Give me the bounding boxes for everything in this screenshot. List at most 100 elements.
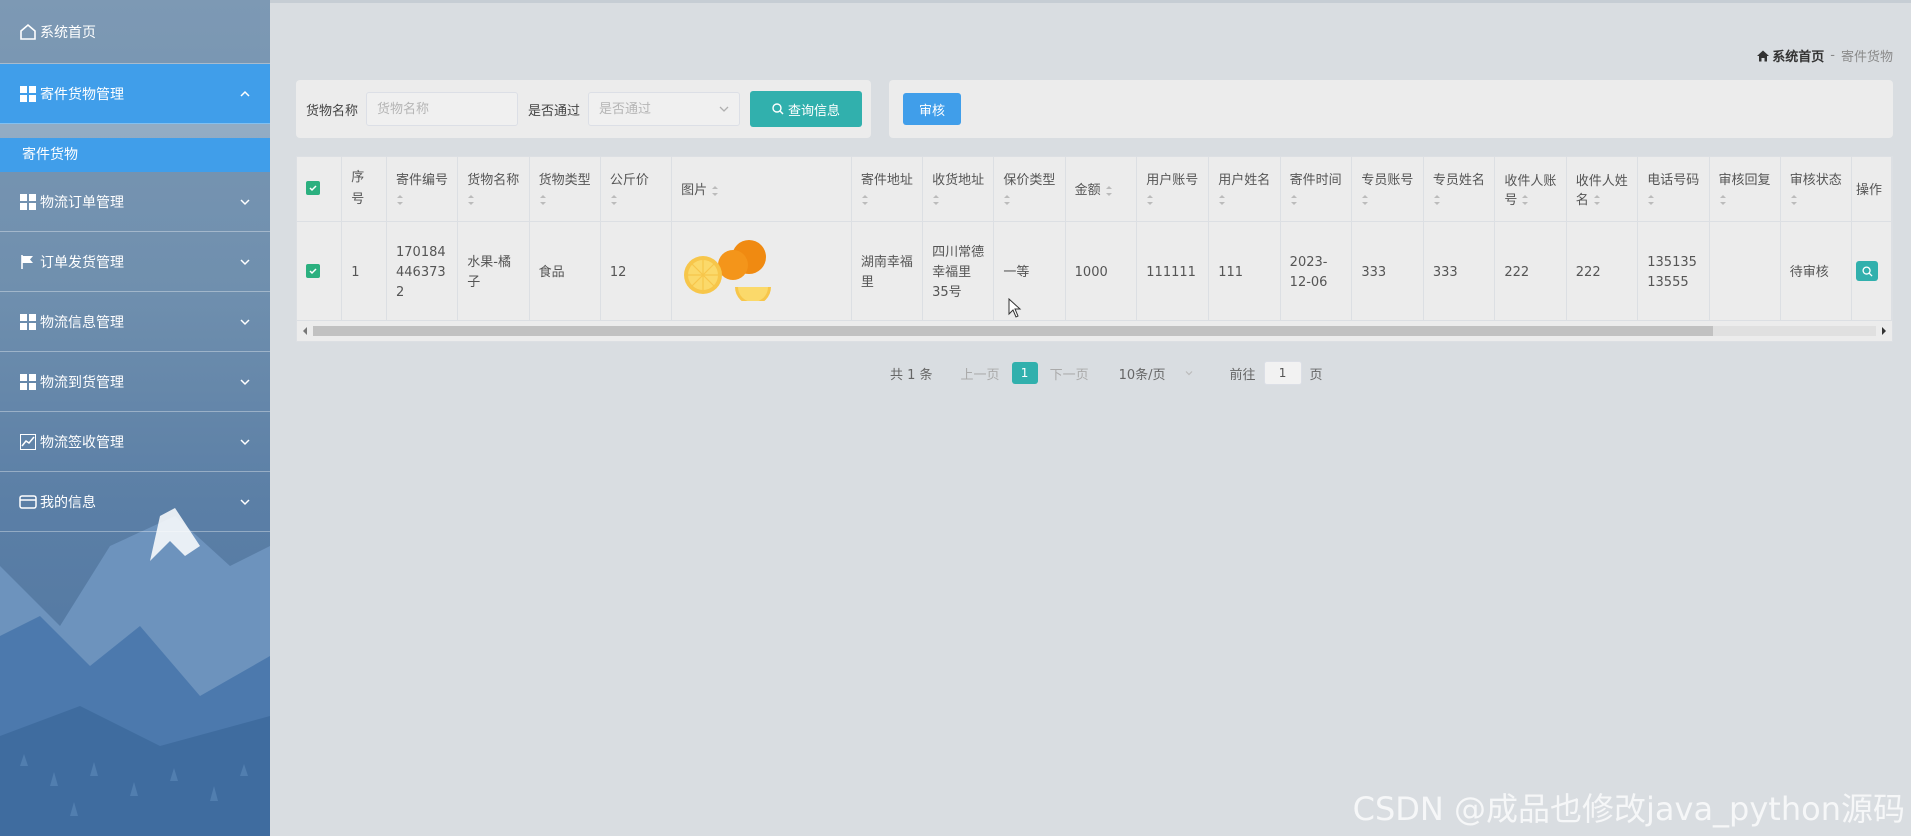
- cell-ship-time: 2023-12-06: [1280, 221, 1353, 325]
- pass-status-select[interactable]: [588, 92, 741, 126]
- sort-icon[interactable]: [1146, 194, 1154, 206]
- sort-icon[interactable]: [1593, 194, 1601, 206]
- home-icon: [1757, 50, 1770, 61]
- column-header[interactable]: 货物类型: [529, 157, 601, 222]
- column-header[interactable]: 货物名称: [457, 157, 530, 222]
- sort-icon[interactable]: [1003, 194, 1011, 206]
- search-icon: [1861, 266, 1873, 277]
- column-header[interactable]: 用户账号: [1136, 157, 1210, 222]
- sidebar-item-order-delivery[interactable]: 订单发货管理: [0, 232, 270, 292]
- column-header[interactable]: 收货地址: [922, 157, 995, 222]
- pagination: 共 1 条 上一页 1 下一页 10条/页 前往 页: [890, 360, 1323, 386]
- column-header[interactable]: 保价类型: [993, 157, 1066, 222]
- sort-icon[interactable]: [396, 194, 404, 206]
- column-header[interactable]: 电话号码: [1637, 157, 1710, 222]
- submenu-item-shipment-goods[interactable]: 寄件货物: [0, 138, 270, 172]
- column-header[interactable]: 审核回复: [1709, 157, 1781, 222]
- sort-icon[interactable]: [711, 185, 719, 197]
- pagination-total: 共 1 条: [890, 367, 933, 383]
- column-header[interactable]: 寄件地址: [851, 157, 924, 222]
- cell-goods-type: 食品: [529, 221, 601, 325]
- view-details-button[interactable]: [1856, 261, 1878, 282]
- sidebar-item-label: 物流信息管理: [40, 314, 124, 331]
- column-header[interactable]: 收件人姓名: [1566, 157, 1639, 222]
- row-checkbox[interactable]: [306, 263, 320, 278]
- column-header[interactable]: 寄件编号: [386, 157, 459, 222]
- cell-actions: [1851, 221, 1892, 325]
- sidebar-item-label: 寄件货物管理: [40, 86, 124, 103]
- sidebar-item-label: 订单发货管理: [40, 254, 124, 271]
- sort-icon[interactable]: [1105, 185, 1113, 197]
- sort-icon[interactable]: [1521, 194, 1529, 206]
- chevron-down-icon: [1185, 371, 1192, 376]
- sidebar-item-logistics-arrival[interactable]: 物流到货管理: [0, 352, 270, 412]
- column-header[interactable]: 图片: [671, 157, 852, 222]
- prev-page-button[interactable]: 上一页: [961, 364, 1000, 383]
- sort-icon[interactable]: [1218, 194, 1226, 206]
- column-header[interactable]: 专员账号: [1351, 157, 1424, 222]
- breadcrumb-current: 寄件货物: [1840, 50, 1893, 65]
- scroll-left-icon[interactable]: [301, 327, 309, 335]
- sort-icon[interactable]: [861, 194, 869, 206]
- goto-page-input[interactable]: [1263, 361, 1302, 385]
- goods-name-input[interactable]: [366, 92, 519, 126]
- cell-audit-reply: [1709, 221, 1781, 325]
- search-icon: [772, 103, 784, 115]
- page-size-select[interactable]: 10条/页: [1119, 364, 1194, 383]
- table-header-row: 序号 寄件编号 货物名称 货物类型 公斤价 图片 寄件地址 收货地址 保价类型 …: [297, 157, 1892, 222]
- column-header[interactable]: 审核状态: [1780, 157, 1853, 222]
- breadcrumb-home[interactable]: 系统首页: [1757, 46, 1824, 65]
- select-all-cell: [297, 157, 343, 222]
- column-header[interactable]: 专员姓名: [1423, 157, 1496, 222]
- cell-phone: 13513513555: [1637, 221, 1710, 325]
- column-header[interactable]: 收件人账号: [1494, 157, 1567, 222]
- sort-icon[interactable]: [610, 194, 618, 206]
- sidebar-item-my-info[interactable]: 我的信息: [0, 472, 270, 532]
- goto-label: 前往: [1229, 367, 1256, 383]
- scrollbar-thumb[interactable]: [313, 326, 1713, 336]
- data-table: 序号 寄件编号 货物名称 货物类型 公斤价 图片 寄件地址 收货地址 保价类型 …: [296, 156, 1893, 342]
- mountain-background: [0, 508, 270, 836]
- column-header[interactable]: 金额: [1065, 157, 1138, 222]
- sidebar-item-logistics-signoff[interactable]: 物流签收管理: [0, 412, 270, 472]
- scroll-right-icon[interactable]: [1880, 327, 1888, 335]
- sort-icon[interactable]: [1290, 194, 1298, 206]
- row-select-cell: [297, 221, 343, 325]
- sort-icon[interactable]: [539, 194, 547, 206]
- sort-icon[interactable]: [467, 194, 475, 206]
- chevron-up-icon: [240, 90, 250, 97]
- search-button[interactable]: 查询信息: [750, 91, 863, 127]
- sort-icon[interactable]: [1647, 194, 1655, 206]
- search-panel: 货物名称 是否通过 查询信息: [296, 80, 871, 138]
- sort-icon[interactable]: [1719, 194, 1727, 206]
- column-header[interactable]: 用户姓名: [1208, 157, 1281, 222]
- sort-icon[interactable]: [1361, 194, 1369, 206]
- cell-audit-status: 待审核: [1780, 221, 1853, 325]
- sidebar-item-shipment-goods[interactable]: 寄件货物管理: [0, 64, 270, 124]
- sidebar-item-label: 物流订单管理: [40, 194, 124, 211]
- breadcrumb: 系统首页 - 寄件货物: [1757, 46, 1893, 65]
- goods-name-label: 货物名称: [306, 103, 359, 119]
- chevron-down-icon: [240, 318, 250, 325]
- cell-user-name: 111: [1208, 221, 1281, 325]
- audit-button[interactable]: 审核: [903, 93, 961, 125]
- sidebar-item-home[interactable]: 系统首页: [0, 0, 270, 64]
- page-jump: 前往 页: [1230, 361, 1323, 385]
- sort-icon[interactable]: [1433, 194, 1441, 206]
- horizontal-scrollbar[interactable]: [297, 320, 1892, 341]
- page-number-1[interactable]: 1: [1011, 362, 1038, 384]
- search-button-label: 查询信息: [788, 103, 841, 119]
- sidebar-item-logistics-info[interactable]: 物流信息管理: [0, 292, 270, 352]
- sort-icon[interactable]: [1790, 194, 1798, 206]
- cell-image: [671, 221, 852, 325]
- next-page-button[interactable]: 下一页: [1050, 364, 1089, 383]
- column-header[interactable]: 公斤价: [600, 157, 673, 222]
- sidebar-item-logistics-orders[interactable]: 物流订单管理: [0, 172, 270, 232]
- sidebar-item-label: 物流到货管理: [40, 374, 124, 391]
- table: 序号 寄件编号 货物名称 货物类型 公斤价 图片 寄件地址 收货地址 保价类型 …: [297, 157, 1892, 325]
- select-all-checkbox[interactable]: [306, 180, 320, 195]
- sort-icon[interactable]: [932, 194, 940, 206]
- wallet-icon: [18, 492, 38, 512]
- column-header[interactable]: 寄件时间: [1280, 157, 1353, 222]
- top-border: [270, 0, 1911, 3]
